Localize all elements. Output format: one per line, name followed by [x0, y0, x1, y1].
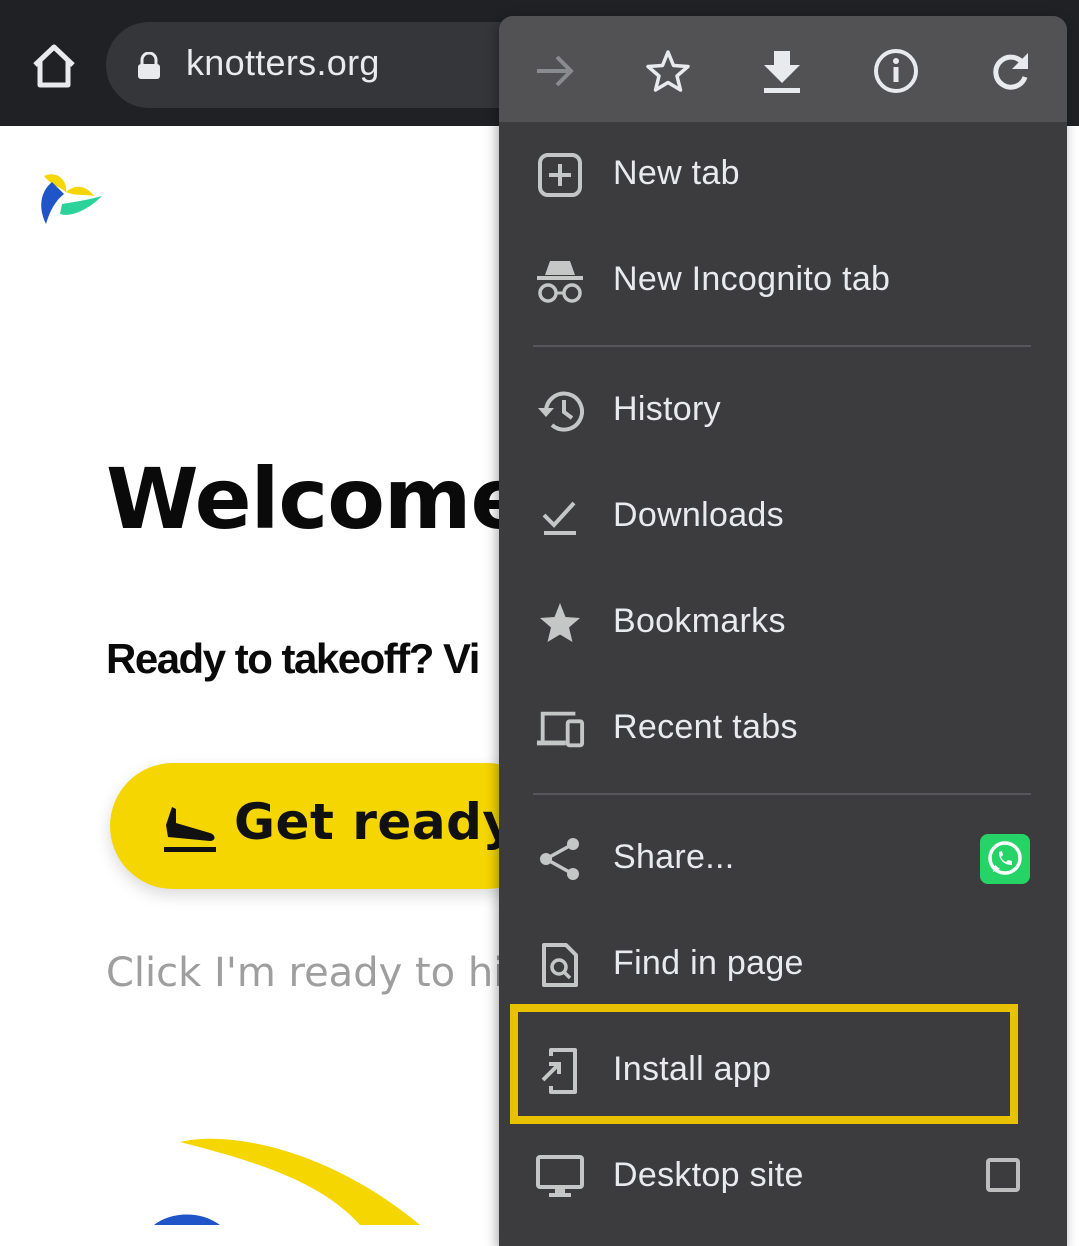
- menu-item-label: New tab: [613, 154, 740, 192]
- menu-item-label: Find in page: [613, 944, 804, 982]
- lock-icon: [136, 51, 162, 80]
- page-subtitle: Ready to takeoff? Vi: [106, 635, 480, 682]
- menu-item-find-in-page[interactable]: Find in page: [499, 912, 1067, 1018]
- page-title: Welcome: [106, 450, 527, 548]
- bookmarks-star-icon: [535, 599, 585, 647]
- incognito-icon: [535, 257, 585, 305]
- menu-item-label: Bookmarks: [613, 602, 786, 640]
- install-app-highlight: [510, 1004, 1018, 1124]
- downloads-icon: [535, 493, 585, 541]
- menu-item-label: New Incognito tab: [613, 260, 891, 298]
- share-icon: [535, 835, 585, 883]
- hint-text: Click I'm ready to hic: [106, 950, 527, 996]
- menu-divider: [533, 793, 1031, 795]
- menu-item-label: Downloads: [613, 496, 784, 534]
- desktop-site-checkbox[interactable]: [986, 1158, 1020, 1192]
- menu-item-label: Desktop site: [613, 1156, 804, 1194]
- get-ready-label: Get ready: [234, 793, 516, 851]
- download-icon[interactable]: [754, 43, 810, 99]
- menu-item-new-tab[interactable]: New tab: [499, 122, 1067, 228]
- history-icon: [535, 387, 585, 435]
- menu-item-recent-tabs[interactable]: Recent tabs: [499, 676, 1067, 782]
- whatsapp-share-icon[interactable]: [980, 834, 1030, 884]
- menu-item-desktop-site[interactable]: Desktop site: [499, 1124, 1067, 1230]
- bookmark-star-icon[interactable]: [640, 43, 696, 99]
- menu-toolbar: [499, 16, 1067, 122]
- menu-item-label: Recent tabs: [613, 708, 798, 746]
- menu-item-downloads[interactable]: Downloads: [499, 464, 1067, 570]
- menu-divider: [533, 345, 1031, 347]
- home-icon[interactable]: [24, 36, 84, 96]
- menu-item-share[interactable]: Share...: [499, 806, 1067, 912]
- menu-item-new-incognito-tab[interactable]: New Incognito tab: [499, 228, 1067, 334]
- url-text: knotters.org: [186, 42, 380, 83]
- menu-item-history[interactable]: History: [499, 358, 1067, 464]
- find-in-page-icon: [535, 941, 585, 989]
- devices-icon: [535, 705, 585, 753]
- desktop-icon: [535, 1153, 585, 1201]
- site-logo[interactable]: [36, 162, 106, 232]
- info-icon[interactable]: [868, 43, 924, 99]
- menu-item-label: Share...: [613, 838, 735, 876]
- forward-icon[interactable]: [527, 43, 583, 99]
- hero-logo: [150, 1130, 450, 1225]
- reload-icon[interactable]: [982, 43, 1038, 99]
- menu-item-label: History: [613, 390, 721, 428]
- overflow-menu: New tab New Incognito tab History Downlo…: [499, 16, 1067, 1246]
- get-ready-button[interactable]: Get ready: [110, 763, 550, 889]
- flight-takeoff-icon: [162, 803, 218, 853]
- new-tab-icon: [535, 151, 585, 199]
- menu-item-bookmarks[interactable]: Bookmarks: [499, 570, 1067, 676]
